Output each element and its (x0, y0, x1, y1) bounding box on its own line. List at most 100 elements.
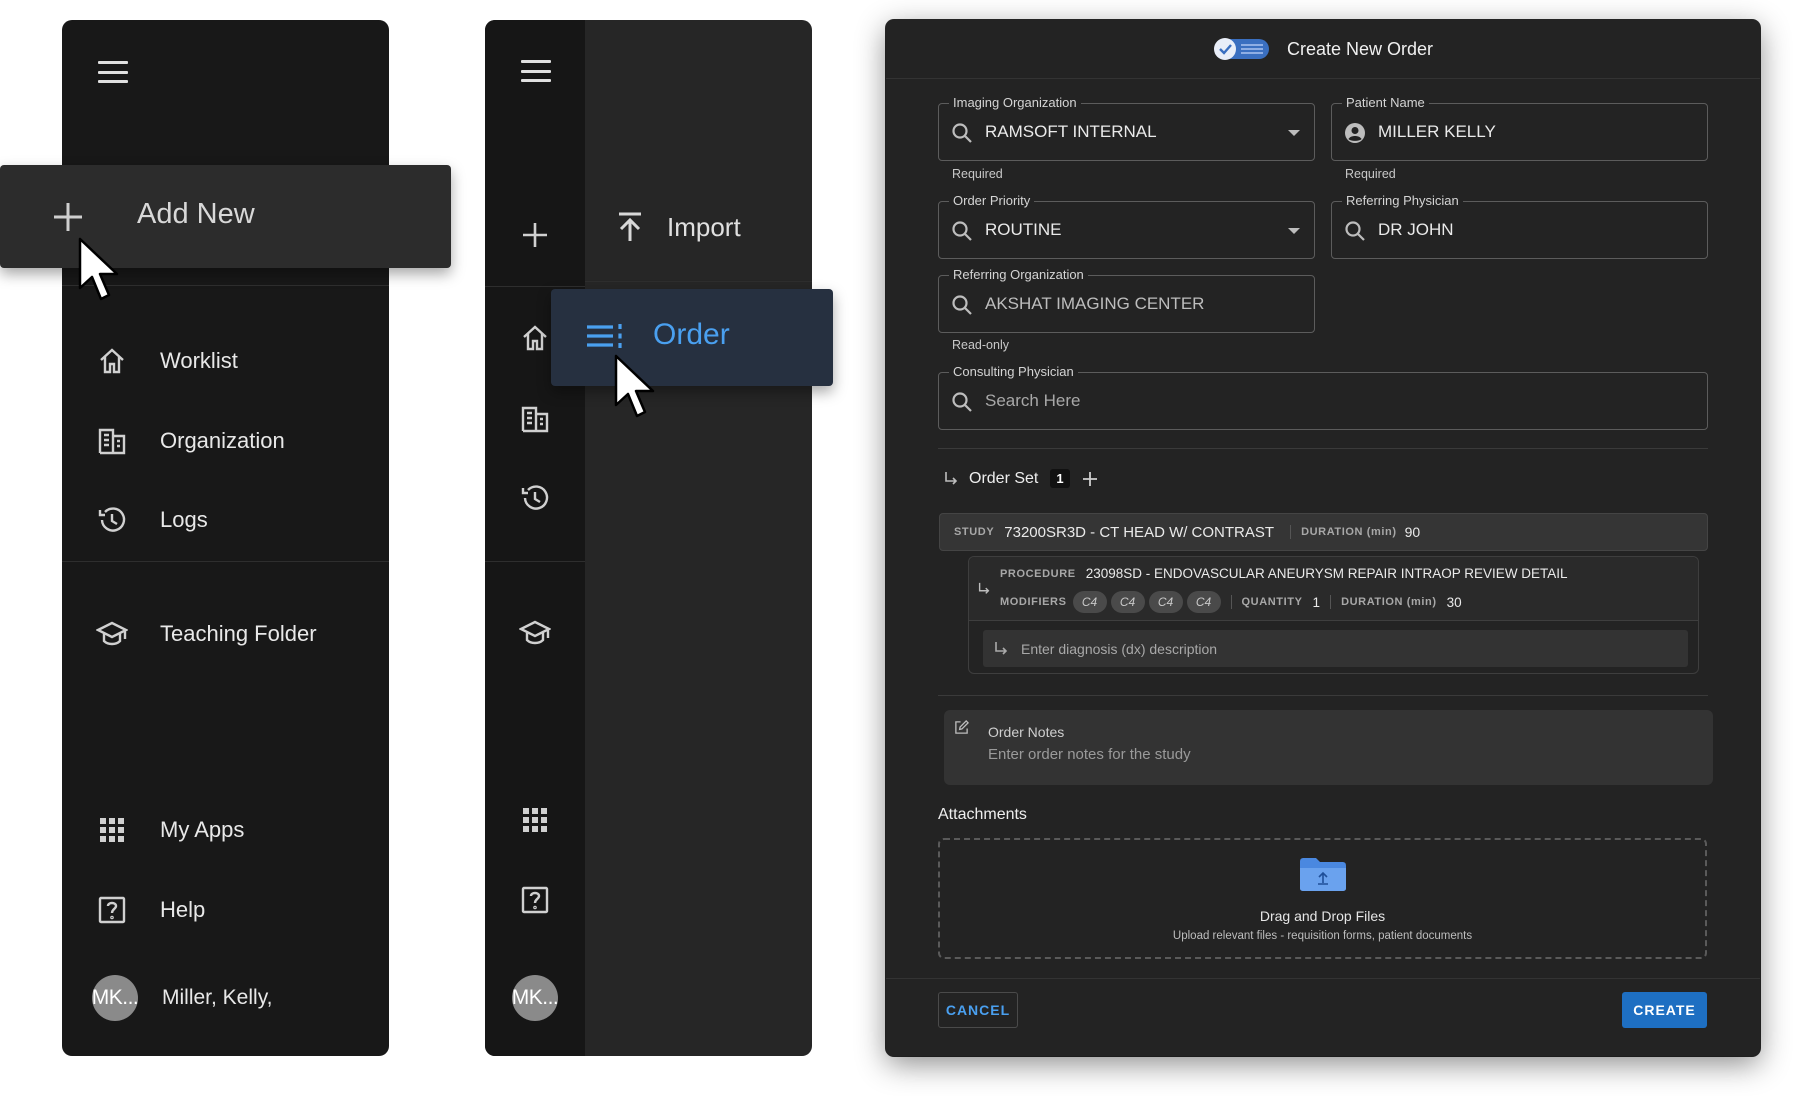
subdirectory-arrow-icon (978, 582, 990, 594)
upload-icon (619, 212, 641, 241)
modifier-chip[interactable]: C4 (1110, 591, 1145, 613)
sidebar-item-help[interactable]: Help (96, 886, 205, 934)
consulting-physician-field[interactable]: Consulting Physician Search Here (938, 364, 1708, 430)
field-label: Patient Name (1342, 95, 1429, 110)
order-set-count-badge: 1 (1050, 469, 1070, 488)
sidebar-item-label: Organization (160, 428, 285, 453)
organization-icon (521, 406, 549, 433)
order-priority-field[interactable]: Order Priority ROUTINE (938, 193, 1315, 259)
add-order-set-icon[interactable] (1082, 471, 1098, 487)
add-new-button[interactable]: Add New (0, 165, 451, 268)
organization-icon (98, 428, 126, 455)
user-profile[interactable]: MK... Miller, Kelly, (92, 975, 272, 1021)
rail-divider (485, 286, 585, 287)
modifier-chip[interactable]: C4 (1148, 591, 1183, 613)
patient-name-field[interactable]: Patient Name MILLER KELLY (1331, 95, 1708, 161)
helper-text: Read-only (952, 338, 1009, 352)
order-notes-label: Order Notes (988, 724, 1065, 740)
rail-item-my-apps[interactable] (519, 804, 551, 841)
procedure-row[interactable]: PROCEDURE 23098SD - ENDOVASCULAR ANEURYS… (969, 557, 1698, 621)
diagnosis-input[interactable]: Enter diagnosis (dx) description (983, 630, 1688, 667)
procedure-tag: PROCEDURE (1000, 567, 1076, 580)
field-label: Referring Organization (949, 267, 1088, 282)
import-label: Import (667, 211, 741, 242)
study-row[interactable]: STUDY 73200SR3D - CT HEAD W/ CONTRAST DU… (939, 513, 1708, 551)
search-icon (952, 123, 972, 143)
help-icon (98, 896, 126, 924)
section-divider (938, 448, 1708, 449)
create-button[interactable]: CREATE (1622, 992, 1707, 1028)
sidebar-item-logs[interactable]: Logs (96, 496, 208, 544)
field-value: RAMSOFT INTERNAL (985, 122, 1157, 141)
sidebar-item-label: Worklist (160, 348, 238, 373)
list-icon (587, 324, 622, 348)
rail-item-organization[interactable] (519, 403, 551, 440)
diagnosis-placeholder: Enter diagnosis (dx) description (1021, 640, 1218, 657)
rail-item-logs[interactable] (519, 482, 551, 519)
modifier-chip[interactable]: C4 (1072, 591, 1107, 613)
search-icon (952, 295, 972, 315)
hamburger-menu-icon[interactable] (521, 60, 551, 82)
procedure-block: PROCEDURE 23098SD - ENDOVASCULAR ANEURYS… (968, 556, 1699, 674)
field-value: AKSHAT IMAGING CENTER (985, 294, 1205, 313)
account-circle-icon (1345, 123, 1365, 143)
file-drop-zone[interactable]: Drag and Drop Files Upload relevant file… (938, 838, 1707, 959)
sidebar-item-label: Logs (160, 507, 208, 532)
sidebar-flyout-panel: MK... Import (485, 20, 812, 1056)
home-icon (100, 348, 124, 374)
hamburger-menu-icon[interactable] (98, 61, 128, 83)
duration-value: 30 (1446, 594, 1462, 610)
modifiers-label: MODIFIERS (1000, 596, 1067, 608)
field-value: MILLER KELLY (1378, 122, 1496, 141)
field-value: DR JOHN (1378, 220, 1454, 239)
modifier-chip[interactable]: C4 (1186, 591, 1221, 613)
user-name: Miller, Kelly, (162, 986, 273, 1009)
procedure-name: 23098SD - ENDOVASCULAR ANEURYSM REPAIR I… (1085, 566, 1568, 581)
sidebar-item-label: Help (160, 897, 206, 922)
attachments-heading: Attachments (938, 806, 1027, 823)
order-set-header: Order Set 1 (943, 469, 1098, 488)
graduation-cap-icon (518, 620, 552, 645)
history-icon (521, 485, 549, 510)
rail-item-worklist[interactable] (519, 322, 551, 359)
flyout-divider (585, 281, 812, 282)
subdirectory-arrow-icon (945, 471, 958, 485)
apps-grid-icon (523, 808, 547, 832)
graduation-cap-icon (96, 621, 128, 646)
sidebar-divider (62, 561, 389, 562)
order-toggle-icon (1213, 38, 1269, 60)
drop-zone-subtitle: Upload relevant files - requisition form… (1172, 930, 1473, 942)
order-notes-placeholder: Enter order notes for the study (988, 746, 1191, 763)
apps-grid-icon (100, 818, 124, 842)
sidebar-item-label: Teaching Folder (160, 621, 317, 646)
avatar[interactable]: MK... (512, 975, 559, 1021)
sidebar-item-label: My Apps (160, 817, 245, 842)
helper-text: Required (1345, 167, 1396, 181)
plus-icon[interactable] (522, 222, 548, 248)
search-icon (952, 221, 972, 241)
sidebar-item-organization[interactable]: Organization (96, 417, 285, 465)
sidebar-item-my-apps[interactable]: My Apps (96, 806, 244, 854)
order-set-label: Order Set (969, 469, 1039, 487)
quantity-label: QUANTITY (1241, 596, 1303, 608)
dialog-title: Create New Order (1286, 38, 1434, 59)
dropdown-caret-icon[interactable] (1288, 130, 1300, 136)
cancel-button[interactable]: CANCEL (938, 992, 1018, 1028)
duration-value: 90 (1404, 524, 1421, 540)
field-value: ROUTINE (985, 220, 1062, 239)
dropdown-caret-icon[interactable] (1288, 228, 1300, 234)
imaging-organization-field[interactable]: Imaging Organization RAMSOFT INTERNAL (938, 95, 1315, 161)
sidebar-item-worklist[interactable]: Worklist (96, 337, 238, 385)
study-tag: STUDY (954, 526, 995, 538)
field-placeholder: Search Here (985, 391, 1081, 410)
order-notes-input[interactable]: Order Notes Enter order notes for the st… (944, 710, 1713, 785)
import-menu-item[interactable]: Import (616, 211, 741, 243)
footer-divider (886, 978, 1760, 979)
referring-physician-field[interactable]: Referring Physician DR JOHN (1331, 193, 1708, 259)
order-menu-item[interactable]: Order (551, 289, 833, 386)
search-icon (1345, 221, 1365, 241)
rail-item-help[interactable] (519, 884, 551, 921)
subdirectory-arrow-icon (995, 641, 1008, 655)
sidebar-item-teaching-folder[interactable]: Teaching Folder (96, 610, 317, 658)
rail-item-teaching-folder[interactable] (518, 617, 552, 654)
